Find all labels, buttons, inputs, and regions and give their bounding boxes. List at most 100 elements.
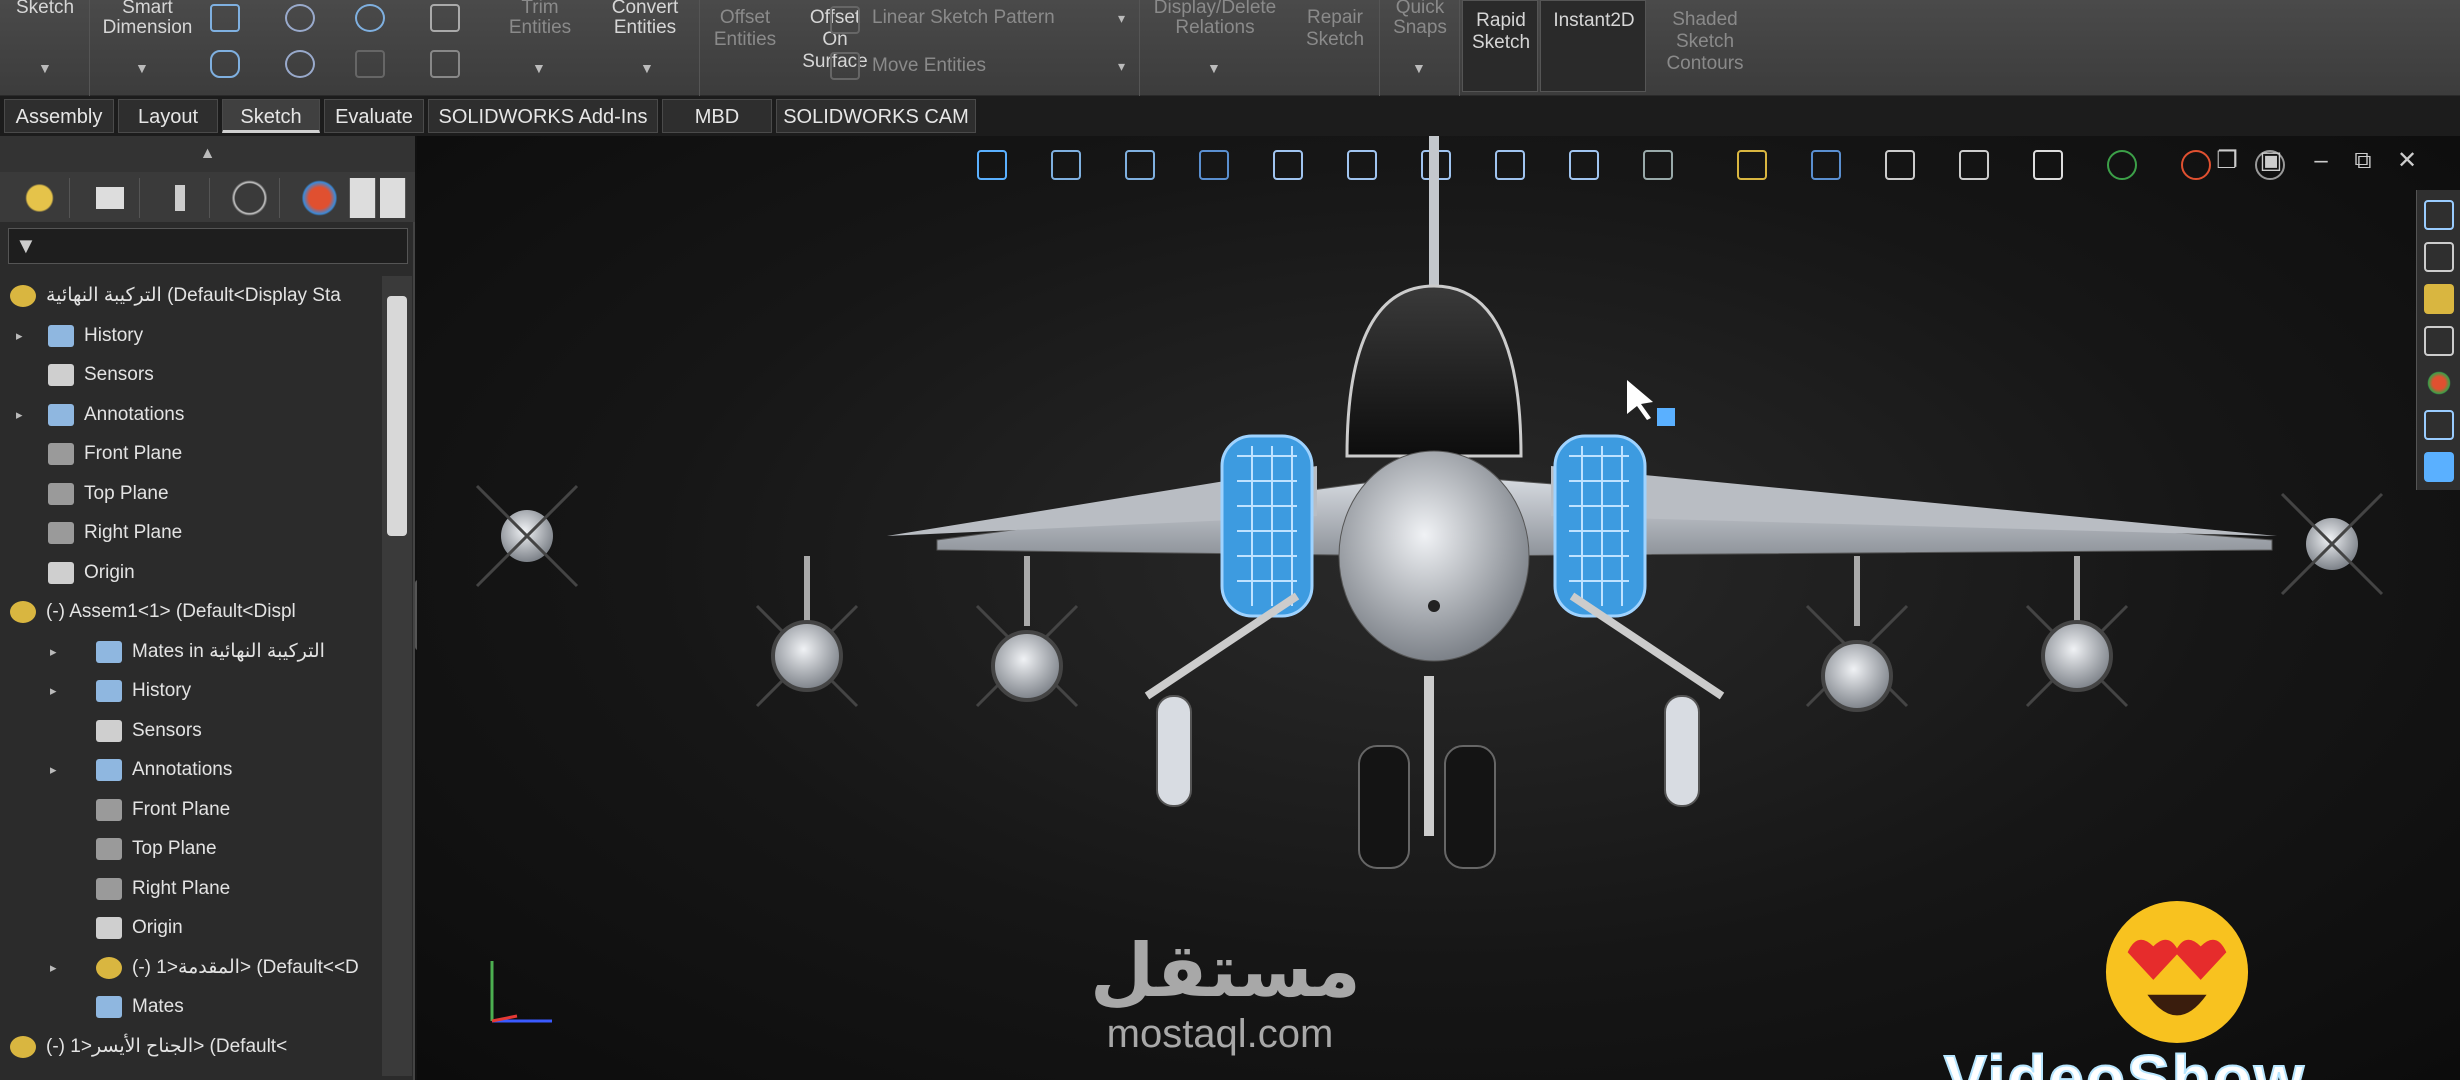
tree-row[interactable]: Sensors [0, 713, 382, 749]
shaded-contours-label-1[interactable]: Shaded [1650, 10, 1760, 30]
tree-row[interactable]: Sensors [0, 357, 382, 393]
polygon-icon[interactable] [285, 50, 315, 78]
tree-row[interactable]: ▸ History [0, 673, 382, 709]
tree-row[interactable]: Mates [0, 989, 382, 1025]
filter-box[interactable]: ▼ [8, 228, 408, 264]
tab-solidworks-cam[interactable]: SOLIDWORKS CAM [776, 99, 976, 133]
chevron-down-icon[interactable]: ▾ [1118, 58, 1125, 75]
spline-icon[interactable] [285, 4, 315, 32]
rapid-sketch-button[interactable]: Rapid Sketch [1462, 0, 1538, 92]
expand-right-icon[interactable]: ▸ [50, 752, 57, 788]
shaded-contours-label-3[interactable]: Contours [1650, 54, 1760, 74]
plane-icon [48, 522, 74, 544]
tree-row-label: Origin [84, 562, 135, 583]
tree-row[interactable]: Right Plane [0, 871, 382, 907]
configuration-manager-tab[interactable] [150, 178, 210, 218]
history-icon [48, 325, 74, 347]
tree-row[interactable]: التركيبة النهائية (Default<Display Sta [0, 278, 382, 314]
panel-tab-strip [0, 172, 415, 222]
smart-dimension-label-2[interactable]: Dimension [90, 18, 205, 38]
slot-icon[interactable] [210, 50, 240, 78]
expand-right-icon[interactable]: ▸ [50, 673, 57, 709]
plane-icon [96, 838, 122, 860]
repair-sketch-label-1[interactable]: Repair [1295, 8, 1375, 28]
tree-row[interactable]: ▾(-) الجناح الأيسر<1> (Default< [0, 1029, 382, 1065]
offset-entities-label-2[interactable]: Entities [700, 30, 790, 50]
tab-layout[interactable]: Layout [118, 99, 218, 133]
part-icon [96, 957, 122, 979]
feature-tree-scrollbar[interactable] [382, 276, 412, 1076]
tree-row[interactable]: Front Plane [0, 436, 382, 472]
chevron-down-icon[interactable]: ▼ [135, 60, 149, 76]
tab-mbd[interactable]: MBD [662, 99, 772, 133]
tree-row[interactable]: Top Plane [0, 831, 382, 867]
panel-next-arrow[interactable] [380, 178, 406, 218]
tab-sketch[interactable]: Sketch [222, 99, 320, 133]
quick-snaps-label-2[interactable]: Snaps [1380, 18, 1460, 38]
origin-icon [48, 562, 74, 584]
quick-snaps-label-1[interactable]: Quick [1380, 0, 1460, 18]
trim-entities-label-2[interactable]: Entities [490, 18, 590, 38]
move-entities-label[interactable]: Move Entities [872, 56, 1072, 76]
chevron-down-icon[interactable]: ▾ [1118, 10, 1125, 27]
tree-row-label: Sensors [84, 364, 154, 385]
tree-row-label: (-) المقدمة<1> (Default<<D [132, 957, 359, 978]
trim-entities-label-1[interactable]: Trim [490, 0, 590, 18]
heart-eyes-emoji-icon [2105, 900, 2249, 1044]
relations-label[interactable]: Relations [1145, 18, 1285, 38]
expand-right-icon[interactable]: ▸ [50, 634, 57, 670]
tree-row[interactable]: Origin [0, 910, 382, 946]
tree-row[interactable]: Top Plane [0, 476, 382, 512]
move-entities-icon[interactable] [830, 52, 860, 80]
scrollbar-thumb[interactable] [387, 296, 407, 536]
left-inner-store [991, 630, 1063, 702]
plane-icon[interactable] [430, 50, 460, 78]
convert-entities-label-1[interactable]: Convert [590, 0, 700, 18]
tree-row[interactable]: Right Plane [0, 515, 382, 551]
sketch-button-label[interactable]: Sketch [10, 0, 80, 18]
property-manager-tab[interactable] [80, 178, 140, 218]
repair-sketch-label-2[interactable]: Sketch [1295, 30, 1375, 50]
tab-evaluate[interactable]: Evaluate [324, 99, 424, 133]
rectangle-icon[interactable] [210, 4, 240, 32]
tree-row[interactable]: ▸ Annotations [0, 752, 382, 788]
tab-assembly[interactable]: Assembly [4, 99, 114, 133]
tree-row[interactable]: ▸ History [0, 318, 382, 354]
tree-row[interactable]: ▾(-) Assem1<1> (Default<Displ [0, 594, 382, 630]
chevron-down-icon[interactable]: ▼ [1412, 60, 1426, 76]
convert-entities-label-2[interactable]: Entities [590, 18, 700, 38]
tree-row-label: Annotations [132, 759, 233, 780]
shaded-contours-label-2[interactable]: Sketch [1650, 32, 1760, 52]
tree-row[interactable]: Origin [0, 555, 382, 591]
expand-right-icon[interactable]: ▸ [16, 318, 23, 354]
linear-sketch-pattern-label[interactable]: Linear Sketch Pattern [872, 8, 1122, 28]
text-icon[interactable] [430, 4, 460, 32]
feature-manager-tab[interactable] [10, 178, 70, 218]
command-manager-ribbon: Sketch ▼ Smart Dimension ▼ Trim Entities… [0, 0, 2460, 96]
tree-row-label: (-) Assem1<1> (Default<Displ [46, 601, 296, 622]
display-manager-tab[interactable] [290, 178, 350, 218]
tree-row[interactable]: ▸ Mates in التركيبة النهائية [0, 634, 382, 670]
chevron-down-icon[interactable]: ▼ [1207, 60, 1221, 76]
expand-right-icon[interactable]: ▸ [16, 397, 23, 433]
instant2d-button[interactable]: Instant2D [1540, 0, 1646, 92]
chevron-down-icon[interactable]: ▼ [38, 60, 52, 76]
fillet-icon[interactable] [355, 4, 385, 32]
tab-solidworks-add-ins[interactable]: SOLIDWORKS Add-Ins [428, 99, 658, 133]
linear-sketch-pattern-icon[interactable] [830, 6, 860, 34]
tree-row[interactable]: ▸ (-) المقدمة<1> (Default<<D [0, 950, 382, 986]
chevron-down-icon[interactable]: ▼ [532, 60, 546, 76]
display-delete-relations-label[interactable]: Display/Delete [1145, 0, 1285, 18]
rapid-sketch-label-1: Rapid [1476, 10, 1526, 31]
collapse-arrow-icon[interactable]: ▲ [0, 136, 415, 172]
smart-dimension-label-1[interactable]: Smart [100, 0, 195, 18]
filter-icon: ▼ [15, 233, 37, 258]
offset-entities-label-1[interactable]: Offset [700, 8, 790, 28]
sensors-icon [96, 720, 122, 742]
chevron-down-icon[interactable]: ▼ [640, 60, 654, 76]
tree-row[interactable]: ▸ Annotations [0, 397, 382, 433]
panel-prev-arrow[interactable] [350, 178, 376, 218]
tree-row[interactable]: Front Plane [0, 792, 382, 828]
expand-right-icon[interactable]: ▸ [50, 950, 57, 986]
dimxpert-tab[interactable] [220, 178, 280, 218]
